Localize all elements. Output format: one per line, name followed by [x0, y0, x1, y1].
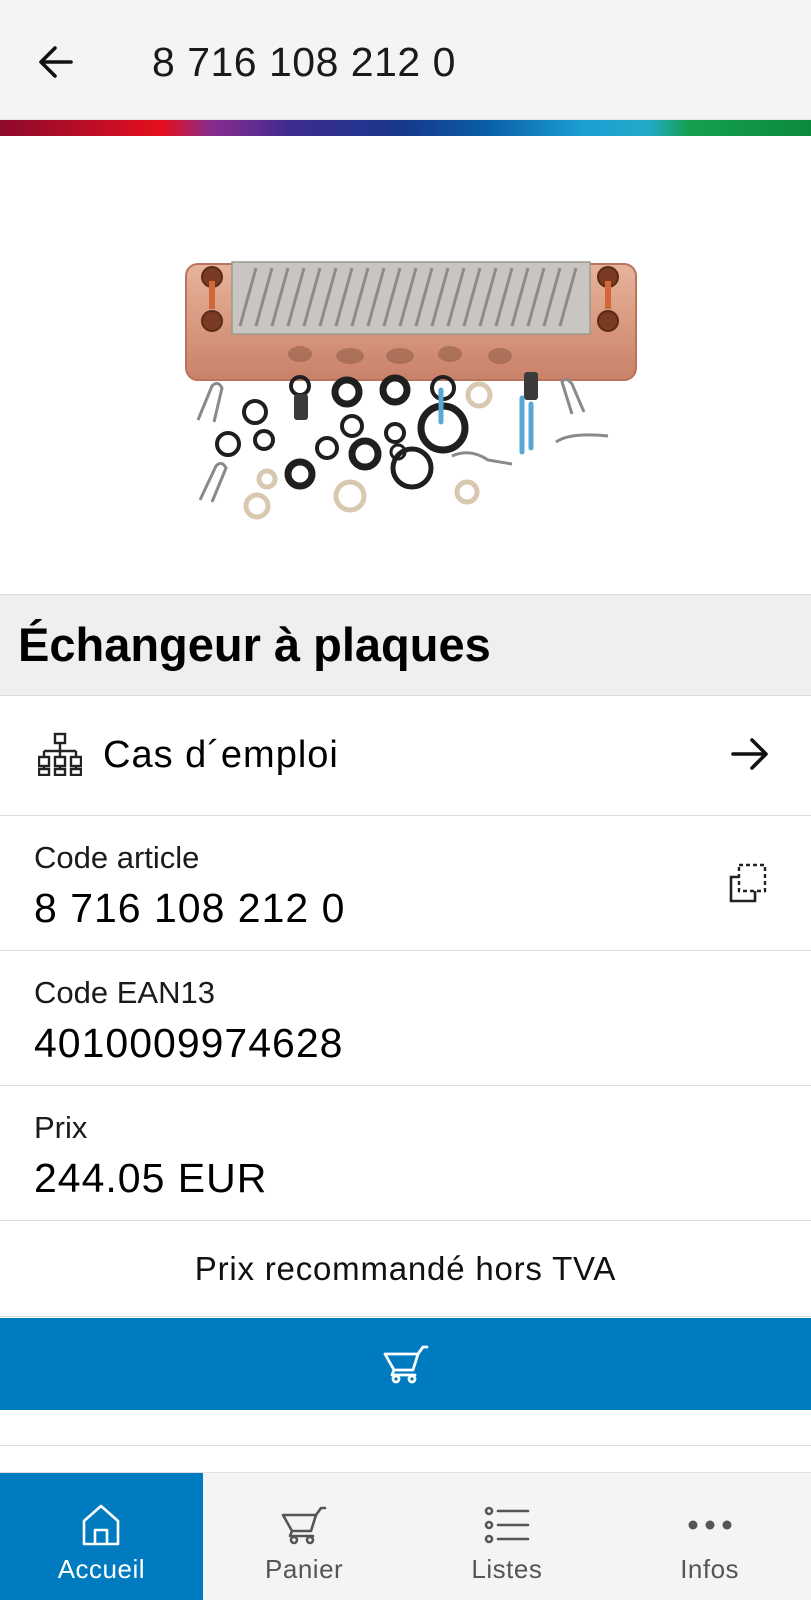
- article-code-row: Code article 8 716 108 212 0: [0, 816, 811, 951]
- cart-icon: [281, 1506, 327, 1545]
- ean-code-row: Code EAN13 4010009974628: [0, 951, 811, 1086]
- product-title-band: Échangeur à plaques: [0, 594, 811, 696]
- price-note: Prix recommandé hors TVA: [194, 1249, 617, 1287]
- price-row: Prix 244.05 EUR: [0, 1086, 811, 1221]
- more-dots-icon: [688, 1520, 732, 1530]
- add-to-cart-button[interactable]: [0, 1318, 811, 1410]
- price-label: Prix: [34, 1110, 88, 1145]
- arrow-right-icon: [731, 738, 768, 770]
- nav-item-info[interactable]: Infos: [608, 1473, 811, 1600]
- article-code-label: Code article: [34, 840, 200, 875]
- content-spacer: [0, 1410, 811, 1446]
- nav-item-home[interactable]: Accueil: [0, 1473, 203, 1600]
- back-button[interactable]: [24, 30, 88, 94]
- nav-label-home: Accueil: [57, 1554, 146, 1584]
- nav-label-info: Infos: [680, 1554, 740, 1584]
- page-title: 8 716 108 212 0: [152, 39, 456, 85]
- cart-icon: [383, 1345, 428, 1384]
- bottom-navigation: Accueil Panier Listes Infos: [0, 1472, 811, 1600]
- nav-label-cart: Panier: [265, 1554, 344, 1584]
- hierarchy-icon: [38, 732, 82, 776]
- brand-color-bar: [0, 120, 811, 136]
- list-icon: [484, 1506, 530, 1544]
- price-value: 244.05 EUR: [34, 1155, 268, 1201]
- nav-item-cart[interactable]: Panier: [203, 1473, 406, 1600]
- heat-exchanger-illustration: [185, 261, 637, 520]
- product-title: Échangeur à plaques: [18, 618, 491, 671]
- ean-code-value: 4010009974628: [34, 1020, 344, 1066]
- ean-code-label: Code EAN13: [34, 975, 215, 1010]
- home-icon: [83, 1504, 120, 1546]
- app-header: 8 716 108 212 0: [0, 0, 811, 120]
- where-used-row[interactable]: Cas d´emploi: [0, 696, 811, 816]
- arrow-left-icon: [39, 46, 73, 78]
- copy-icon: [729, 863, 767, 903]
- app-screen: 8 716 108 212 0 Échangeur à plaques Cas …: [0, 0, 811, 1600]
- copy-button[interactable]: [726, 862, 770, 906]
- product-image: [0, 136, 811, 594]
- nav-item-lists[interactable]: Listes: [406, 1473, 609, 1600]
- where-used-label: Cas d´emploi: [103, 734, 339, 776]
- article-code-value: 8 716 108 212 0: [34, 885, 346, 931]
- price-note-row: Prix recommandé hors TVA: [0, 1221, 811, 1317]
- nav-label-lists: Listes: [471, 1554, 543, 1584]
